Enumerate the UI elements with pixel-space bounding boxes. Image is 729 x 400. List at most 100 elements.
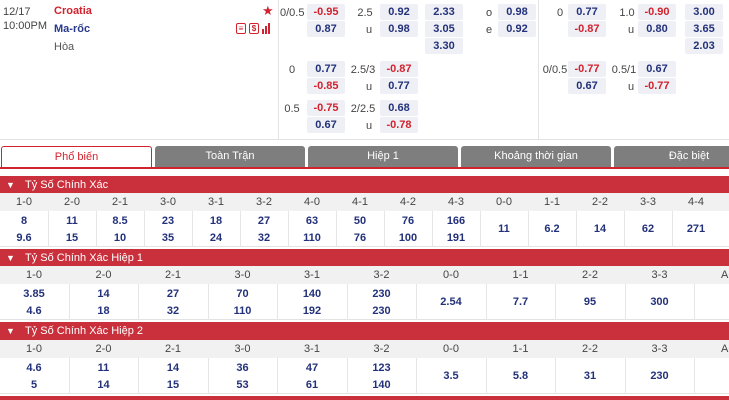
- score-odds[interactable]: 47: [277, 360, 347, 376]
- fh-over-odds[interactable]: -0.90: [638, 4, 676, 20]
- handicap-odds[interactable]: 0.87: [307, 21, 345, 37]
- score-odds[interactable]: 7.7: [486, 294, 556, 310]
- fh-handicap-odds[interactable]: 0.77: [568, 4, 606, 20]
- tab-popular[interactable]: Phổ biến: [1, 146, 152, 167]
- section-header-correct-score[interactable]: ▼ Tỷ Số Chính Xác: [0, 176, 729, 194]
- fh-1x2-home-odds[interactable]: 3.00: [685, 4, 723, 20]
- over-odds[interactable]: -0.87: [380, 61, 418, 77]
- score-odds[interactable]: 23: [144, 213, 192, 229]
- document-icon[interactable]: ≡: [236, 23, 246, 34]
- fh-handicap-odds[interactable]: -0.77: [568, 61, 606, 77]
- score-odds[interactable]: 192: [277, 303, 347, 319]
- score-odds[interactable]: 76: [336, 230, 384, 246]
- home-team[interactable]: Croatia: [54, 5, 92, 17]
- score-odds[interactable]: 53: [208, 377, 278, 393]
- handicap-odds[interactable]: 0.77: [307, 61, 345, 77]
- score-odds[interactable]: 8: [0, 213, 48, 229]
- score-odds[interactable]: 140: [277, 286, 347, 302]
- score-odds[interactable]: 63: [288, 213, 336, 229]
- score-odds[interactable]: 31: [555, 368, 625, 384]
- tab-special[interactable]: Đặc biệt: [614, 146, 729, 167]
- fh-1x2-draw-odds[interactable]: 2.03: [685, 38, 723, 54]
- score-odds[interactable]: 100: [384, 230, 432, 246]
- score-odds[interactable]: 18: [192, 213, 240, 229]
- score-odds[interactable]: 4.6: [0, 303, 69, 319]
- score-odds[interactable]: 3.85: [0, 286, 69, 302]
- score-odds[interactable]: 110: [288, 230, 336, 246]
- score-odds[interactable]: 15: [138, 377, 208, 393]
- score-odds[interactable]: 11: [69, 360, 139, 376]
- score-odds[interactable]: 11: [48, 213, 96, 229]
- section-header-correct-score-first-half[interactable]: ▼ Tỷ Số Chính Xác Hiệp 1: [0, 249, 729, 267]
- score-odds[interactable]: 32: [240, 230, 288, 246]
- score-odds[interactable]: 6.2: [528, 221, 576, 237]
- handicap-odds[interactable]: 0.67: [307, 117, 345, 133]
- star-icon[interactable]: ★: [262, 3, 274, 19]
- fh-handicap-odds[interactable]: -0.87: [568, 21, 606, 37]
- score-odds[interactable]: 27: [240, 213, 288, 229]
- score-odds[interactable]: 123: [347, 360, 417, 376]
- score-odds[interactable]: 110: [208, 303, 278, 319]
- score-odds[interactable]: 300: [625, 294, 695, 310]
- section-header-next[interactable]: [0, 396, 729, 400]
- handicap-odds[interactable]: -0.85: [307, 78, 345, 94]
- tab-full-match[interactable]: Toàn Trận: [155, 146, 305, 167]
- score-odds[interactable]: 14: [576, 221, 624, 237]
- stats-icon[interactable]: [262, 23, 270, 34]
- score-odds[interactable]: 14: [69, 286, 139, 302]
- fh-under-odds[interactable]: 0.80: [638, 21, 676, 37]
- score-odds[interactable]: 61: [277, 377, 347, 393]
- score-odds[interactable]: 70: [208, 286, 278, 302]
- away-team[interactable]: Ma-rốc: [54, 23, 90, 35]
- score-odds[interactable]: 18: [69, 303, 139, 319]
- over-odds[interactable]: 0.92: [380, 4, 418, 20]
- score-odds[interactable]: 5.8: [486, 368, 556, 384]
- even-odds[interactable]: 0.92: [498, 21, 536, 37]
- under-odds[interactable]: 0.98: [380, 21, 418, 37]
- score-odds[interactable]: 166: [432, 213, 480, 229]
- tab-first-half[interactable]: Hiệp 1: [308, 146, 458, 167]
- score-odds[interactable]: 27: [138, 286, 208, 302]
- 1x2-away-odds[interactable]: 3.05: [425, 21, 463, 37]
- fh-under-odds[interactable]: -0.77: [638, 78, 676, 94]
- score-odds[interactable]: 50: [336, 213, 384, 229]
- score-odds[interactable]: 35: [144, 230, 192, 246]
- score-odds[interactable]: 230: [347, 303, 417, 319]
- over-odds[interactable]: 0.68: [380, 100, 418, 116]
- score-odds[interactable]: 230: [347, 286, 417, 302]
- handicap-odds[interactable]: -0.75: [307, 100, 345, 116]
- score-odds[interactable]: 4.6: [0, 360, 69, 376]
- section-header-correct-score-second-half[interactable]: ▼ Tỷ Số Chính Xác Hiệp 2: [0, 322, 729, 340]
- score-odds[interactable]: 271: [672, 221, 720, 237]
- score-odds[interactable]: 15: [48, 230, 96, 246]
- odd-odds[interactable]: 0.98: [498, 4, 536, 20]
- under-odds[interactable]: 0.77: [380, 78, 418, 94]
- score-odds[interactable]: 95: [555, 294, 625, 310]
- score-odds[interactable]: 3.5: [416, 368, 486, 384]
- score-odds[interactable]: 11: [480, 221, 528, 237]
- score-odds[interactable]: 62: [624, 221, 672, 237]
- score-odds[interactable]: 14: [69, 377, 139, 393]
- score-odds[interactable]: 36: [208, 360, 278, 376]
- score-odds[interactable]: 14: [138, 360, 208, 376]
- fh-1x2-away-odds[interactable]: 3.65: [685, 21, 723, 37]
- score-odds[interactable]: 24: [192, 230, 240, 246]
- handicap-odds[interactable]: -0.95: [307, 4, 345, 20]
- fh-handicap-odds[interactable]: 0.67: [568, 78, 606, 94]
- score-odds[interactable]: 76: [384, 213, 432, 229]
- under-odds[interactable]: -0.78: [380, 117, 418, 133]
- fh-over-odds[interactable]: 0.67: [638, 61, 676, 77]
- dollar-icon[interactable]: $: [249, 23, 259, 34]
- score-odds[interactable]: 10: [96, 230, 144, 246]
- 1x2-home-odds[interactable]: 2.33: [425, 4, 463, 20]
- 1x2-draw-odds[interactable]: 3.30: [425, 38, 463, 54]
- score-odds[interactable]: 230: [625, 368, 695, 384]
- tab-time-period[interactable]: Khoảng thời gian: [461, 146, 611, 167]
- score-odds[interactable]: 191: [432, 230, 480, 246]
- score-odds[interactable]: 2.54: [416, 294, 486, 310]
- score-odds[interactable]: 9.6: [0, 230, 48, 246]
- score-odds[interactable]: 8.5: [96, 213, 144, 229]
- score-odds[interactable]: 32: [138, 303, 208, 319]
- score-odds[interactable]: 140: [347, 377, 417, 393]
- score-odds[interactable]: 5: [0, 377, 69, 393]
